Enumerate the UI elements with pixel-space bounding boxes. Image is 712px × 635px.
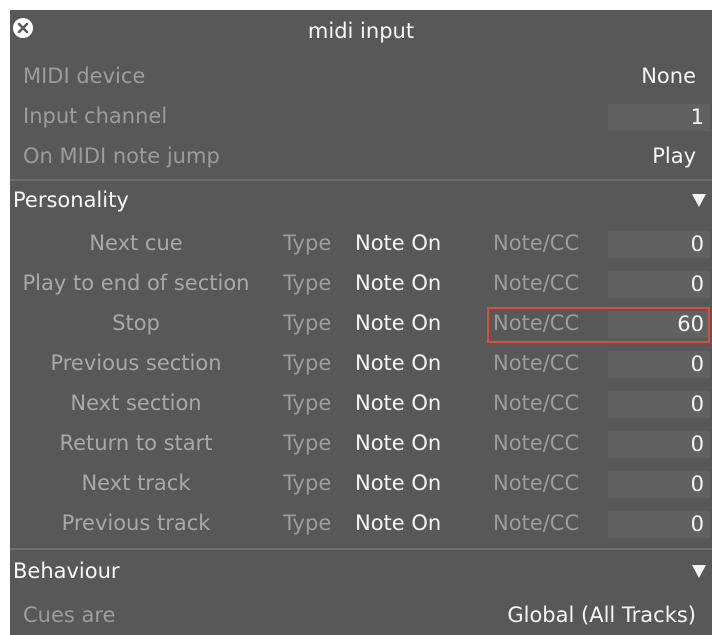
midi-device-label: MIDI device: [23, 64, 146, 88]
type-label: Type: [283, 231, 332, 255]
action-label: Return to start: [59, 431, 213, 455]
collapse-triangle-icon[interactable]: [692, 565, 706, 578]
type-label: Type: [283, 391, 332, 415]
type-label: Type: [283, 271, 332, 295]
note-cc-value: 0: [690, 352, 704, 376]
note-cc-label: Note/CC: [493, 311, 580, 335]
note-cc-label: Note/CC: [493, 431, 580, 455]
personality-title: Personality: [13, 188, 129, 212]
type-label: Type: [283, 351, 332, 375]
action-label: Stop: [112, 311, 160, 335]
personality-row: Previous track Type Note On Note/CC 0: [10, 505, 712, 545]
note-cc-label: Note/CC: [493, 271, 580, 295]
type-value[interactable]: Note On: [355, 311, 441, 335]
action-label: Next cue: [89, 231, 183, 255]
note-cc-value: 0: [690, 272, 704, 296]
behaviour-title: Behaviour: [13, 559, 120, 583]
note-cc-label: Note/CC: [493, 511, 580, 535]
note-cc-field[interactable]: 60: [608, 311, 710, 338]
action-label: Previous section: [50, 351, 222, 375]
cues-are-value[interactable]: Global (All Tracks): [507, 603, 696, 627]
behaviour-section-header[interactable]: Behaviour: [10, 552, 712, 592]
note-jump-value[interactable]: Play: [652, 144, 696, 168]
note-cc-label: Note/CC: [493, 391, 580, 415]
note-cc-field[interactable]: 0: [608, 511, 710, 538]
note-cc-field[interactable]: 0: [608, 391, 710, 418]
action-label: Previous track: [61, 511, 211, 535]
note-cc-label: Note/CC: [493, 231, 580, 255]
note-cc-value: 0: [690, 432, 704, 456]
personality-row: Next section Type Note On Note/CC 0: [10, 385, 712, 425]
type-value[interactable]: Note On: [355, 271, 441, 295]
action-label: Next track: [81, 471, 191, 495]
type-label: Type: [283, 431, 332, 455]
personality-row: Next cue Type Note On Note/CC 0: [10, 225, 712, 265]
type-label: Type: [283, 511, 332, 535]
personality-row: Play to end of section Type Note On Note…: [10, 265, 712, 305]
input-channel-label: Input channel: [23, 104, 168, 128]
cues-are-label: Cues are: [23, 603, 116, 627]
note-cc-field[interactable]: 0: [608, 351, 710, 378]
note-jump-label: On MIDI note jump: [23, 144, 220, 168]
note-cc-value: 0: [690, 512, 704, 536]
input-channel-value: 1: [690, 105, 704, 129]
personality-section-header[interactable]: Personality: [10, 181, 712, 221]
divider: [10, 548, 712, 550]
type-label: Type: [283, 471, 332, 495]
note-cc-value: 60: [677, 312, 704, 336]
window-title: midi input: [307, 19, 415, 43]
personality-row: Stop Type Note On Note/CC 60: [10, 305, 712, 345]
title-bar: midi input: [10, 10, 712, 58]
personality-row: Return to start Type Note On Note/CC 0: [10, 425, 712, 465]
note-cc-field[interactable]: 0: [608, 471, 710, 498]
note-cc-value: 0: [690, 232, 704, 256]
type-value[interactable]: Note On: [355, 391, 441, 415]
input-channel-field[interactable]: 1: [608, 104, 710, 131]
type-value[interactable]: Note On: [355, 231, 441, 255]
type-value[interactable]: Note On: [355, 351, 441, 375]
note-cc-field[interactable]: 0: [608, 231, 710, 258]
note-cc-value: 0: [690, 472, 704, 496]
action-label: Play to end of section: [22, 271, 250, 295]
type-value[interactable]: Note On: [355, 511, 441, 535]
note-cc-field[interactable]: 0: [608, 431, 710, 458]
note-cc-label: Note/CC: [493, 351, 580, 375]
note-cc-value: 0: [690, 392, 704, 416]
type-label: Type: [283, 311, 332, 335]
type-value[interactable]: Note On: [355, 471, 441, 495]
collapse-triangle-icon[interactable]: [692, 194, 706, 207]
action-label: Next section: [70, 391, 202, 415]
personality-row: Next track Type Note On Note/CC 0: [10, 465, 712, 505]
personality-row: Previous section Type Note On Note/CC 0: [10, 345, 712, 385]
note-cc-field[interactable]: 0: [608, 271, 710, 298]
midi-input-panel: midi input MIDI device None Input channe…: [10, 10, 712, 635]
note-cc-label: Note/CC: [493, 471, 580, 495]
midi-device-value[interactable]: None: [641, 64, 696, 88]
type-value[interactable]: Note On: [355, 431, 441, 455]
